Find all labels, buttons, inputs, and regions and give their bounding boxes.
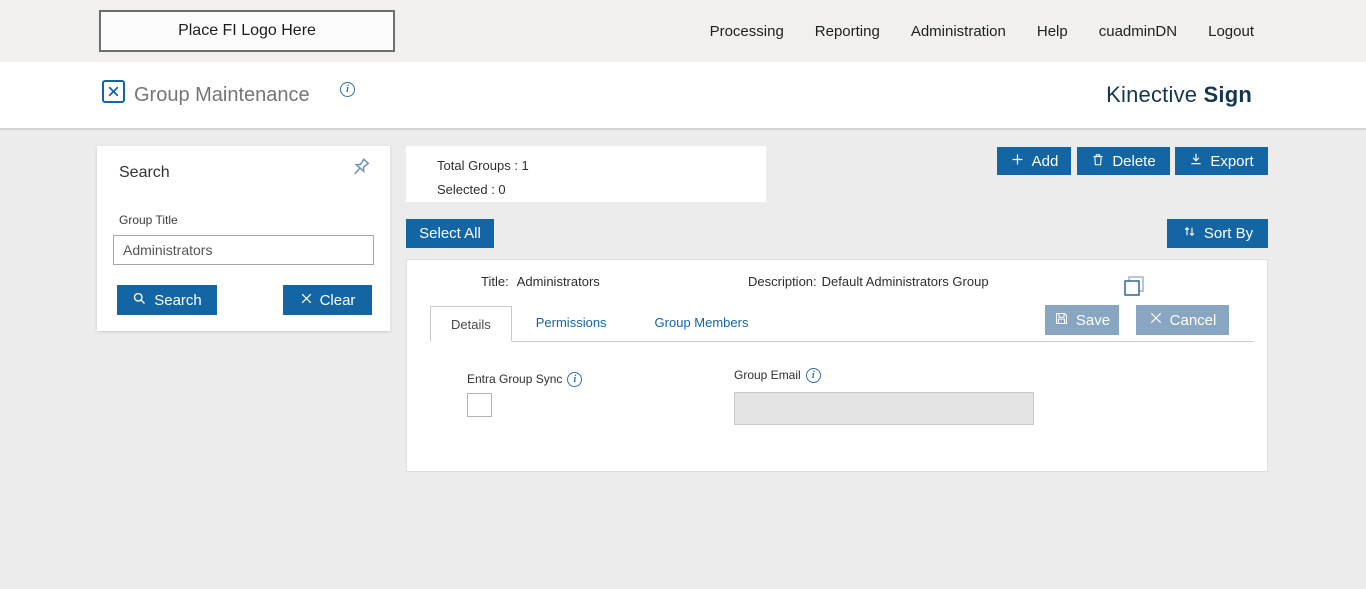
info-icon[interactable] <box>340 82 355 97</box>
brand-first: Kinective <box>1106 82 1198 107</box>
group-email-text: Group Email <box>734 368 801 382</box>
cancel-button[interactable]: Cancel <box>1136 305 1229 335</box>
total-groups-text: Total Groups : 1 <box>437 158 529 173</box>
group-card-title-label: Title: <box>481 274 509 289</box>
main-nav: Processing Reporting Administration Help… <box>710 0 1254 62</box>
entra-group-sync-label: Entra Group Sync <box>467 372 583 387</box>
search-button[interactable]: Search <box>117 285 217 315</box>
main-content: Search Group Title Search <box>0 130 1366 589</box>
tab-details[interactable]: Details <box>430 306 512 342</box>
delete-button-label: Delete <box>1112 152 1156 170</box>
cancel-x-icon <box>1149 311 1163 329</box>
pin-icon[interactable] <box>343 151 377 185</box>
group-description-row: Description: Default Administrators Grou… <box>748 274 989 289</box>
download-icon <box>1189 152 1203 170</box>
nav-item-help[interactable]: Help <box>1037 23 1068 40</box>
group-email-label: Group Email <box>734 368 821 383</box>
selected-count-text: Selected : 0 <box>437 182 506 197</box>
nav-item-reporting[interactable]: Reporting <box>815 23 880 40</box>
page-title: Group Maintenance <box>134 84 310 106</box>
nav-item-administration[interactable]: Administration <box>911 23 1006 40</box>
search-icon <box>132 291 147 310</box>
export-button-label: Export <box>1210 152 1254 170</box>
search-panel: Search Group Title Search <box>97 146 390 331</box>
nav-item-logout[interactable]: Logout <box>1208 23 1254 40</box>
summary-box: Total Groups : 1 Selected : 0 <box>406 146 766 202</box>
sort-by-label: Sort By <box>1203 225 1254 242</box>
sort-by-button[interactable]: Sort By <box>1167 219 1268 248</box>
search-panel-title: Search <box>119 164 170 181</box>
clear-button-label: Clear <box>319 291 356 309</box>
add-button-label: Add <box>1031 152 1059 170</box>
group-title-input[interactable] <box>113 235 374 265</box>
app-screen: Place FI Logo Here Processing Reporting … <box>0 0 1366 589</box>
group-tabs: Details Permissions Group Members <box>430 306 1254 342</box>
entra-group-sync-checkbox[interactable] <box>467 393 492 417</box>
fi-logo-text: Place FI Logo Here <box>178 22 316 39</box>
floppy-save-icon <box>1054 311 1069 330</box>
trash-icon <box>1091 152 1105 171</box>
entra-group-sync-text: Entra Group Sync <box>467 372 563 386</box>
brand-second: Sign <box>1203 82 1252 107</box>
group-card: Title: Administrators Description: Defau… <box>406 259 1268 472</box>
sort-arrows-icon <box>1182 224 1197 243</box>
plus-icon <box>1010 152 1025 171</box>
export-button[interactable]: Export <box>1175 147 1268 175</box>
nav-item-processing[interactable]: Processing <box>710 23 784 40</box>
group-title-label: Group Title <box>119 213 178 227</box>
group-card-title-value: Administrators <box>516 274 600 289</box>
top-bar: Place FI Logo Here Processing Reporting … <box>0 0 1366 62</box>
info-icon[interactable] <box>805 368 821 383</box>
save-button-label: Save <box>1075 311 1111 329</box>
tab-group-members[interactable]: Group Members <box>631 305 773 341</box>
clear-x-icon <box>300 292 313 309</box>
add-button[interactable]: Add <box>997 147 1071 175</box>
nav-item-username[interactable]: cuadminDN <box>1099 23 1177 40</box>
search-button-label: Search <box>154 291 202 309</box>
brand-logo: Kinective Sign <box>1106 82 1252 108</box>
group-title-row: Title: Administrators <box>481 274 600 289</box>
save-button[interactable]: Save <box>1045 305 1119 335</box>
select-all-button[interactable]: Select All <box>406 219 494 248</box>
group-card-description-label: Description: <box>748 274 817 289</box>
group-email-input[interactable] <box>734 392 1034 425</box>
cancel-button-label: Cancel <box>1169 311 1217 329</box>
select-all-label: Select All <box>419 225 481 242</box>
page-header: Group Maintenance Kinective Sign <box>0 62 1366 130</box>
maintenance-icon <box>102 80 125 103</box>
group-card-description-value: Default Administrators Group <box>821 274 989 289</box>
info-icon[interactable] <box>567 372 583 387</box>
clear-button[interactable]: Clear <box>283 285 372 315</box>
delete-button[interactable]: Delete <box>1077 147 1170 175</box>
fi-logo-placeholder: Place FI Logo Here <box>99 10 395 52</box>
tab-permissions[interactable]: Permissions <box>512 305 631 341</box>
select-checkbox-icon[interactable] <box>1122 274 1146 298</box>
